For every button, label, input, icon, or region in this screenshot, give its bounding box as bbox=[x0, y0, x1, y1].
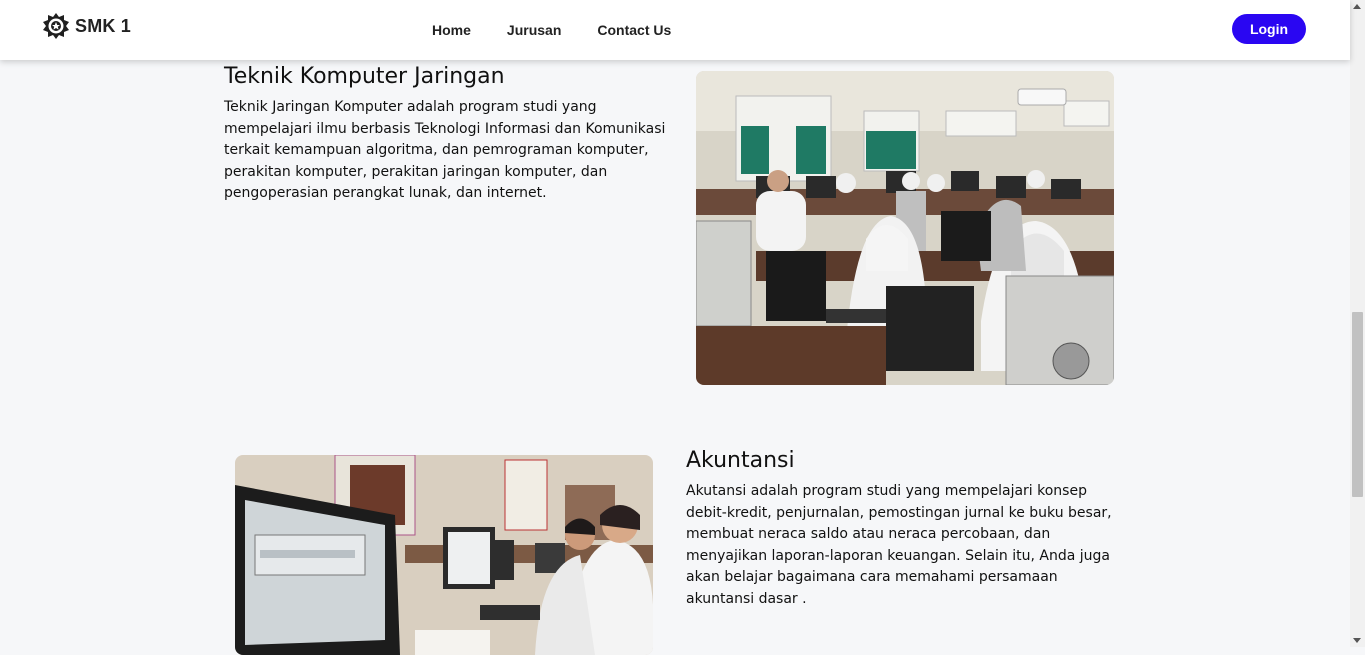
school-emblem-icon bbox=[43, 13, 69, 39]
page-scrollbar[interactable] bbox=[1350, 0, 1365, 647]
brand-name: SMK 1 bbox=[75, 15, 132, 36]
scroll-down-arrow-icon[interactable] bbox=[1353, 638, 1361, 643]
scrollbar-thumb[interactable] bbox=[1352, 312, 1363, 497]
section-description-akuntansi: Akutansi adalah program studi yang mempe… bbox=[686, 483, 1112, 607]
nav-home-link[interactable]: Home bbox=[432, 22, 471, 38]
accounting-class-illustration bbox=[235, 455, 653, 655]
nav-contact-link[interactable]: Contact Us bbox=[597, 22, 671, 38]
section-title-tkj: Teknik Komputer Jaringan bbox=[224, 64, 505, 89]
nav-links: Home Jurusan Contact Us bbox=[432, 22, 707, 38]
accounting-class-photo bbox=[235, 455, 653, 655]
section-title-akuntansi: Akuntansi bbox=[686, 448, 795, 473]
scroll-up-arrow-icon[interactable] bbox=[1353, 4, 1361, 9]
login-button[interactable]: Login bbox=[1232, 14, 1306, 44]
navbar: SMK 1 Home Jurusan Contact Us Login bbox=[0, 0, 1350, 60]
computer-lab-photo bbox=[696, 71, 1114, 385]
section-description-tkj: Teknik Jaringan Komputer adalah program … bbox=[224, 99, 666, 201]
nav-jurusan-link[interactable]: Jurusan bbox=[507, 22, 561, 38]
brand[interactable]: SMK 1 bbox=[42, 12, 131, 40]
computer-lab-illustration bbox=[696, 71, 1114, 385]
